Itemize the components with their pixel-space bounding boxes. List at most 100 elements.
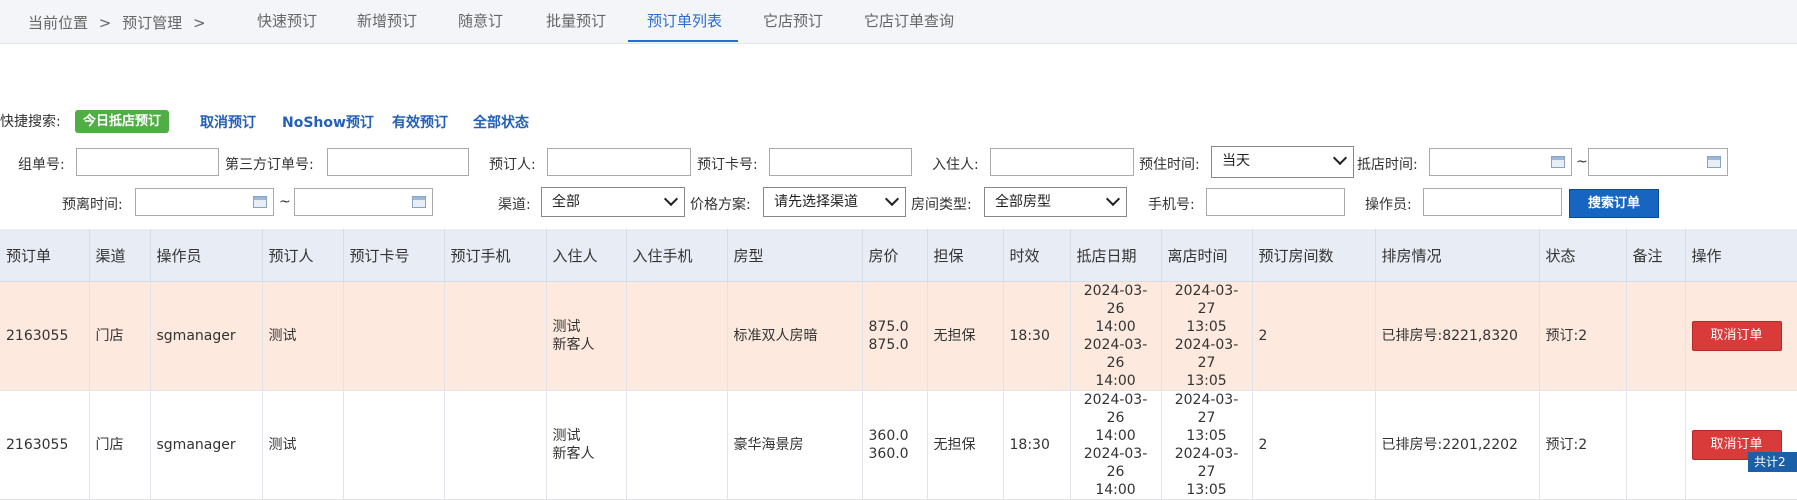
group-no-label: 组单号: xyxy=(18,157,65,173)
guarantee: 无担保 xyxy=(927,281,1004,391)
booking-card-label: 预订卡号: xyxy=(697,157,758,173)
room-type: 豪华海景房 xyxy=(727,390,863,500)
arrival-time-start-input[interactable] xyxy=(1429,148,1572,176)
guest-name: 测试 xyxy=(552,428,581,444)
quick-search-noshow[interactable]: NoShow预订 xyxy=(282,112,374,132)
tab-quick-booking[interactable]: 快速预订 xyxy=(257,10,317,31)
guest-name: 新客人 xyxy=(552,337,595,353)
departure-time-start-input[interactable] xyxy=(135,188,274,216)
range-tilde: ~ xyxy=(279,194,291,210)
date-text: 2024-03-27 xyxy=(1174,337,1239,371)
calendar-icon[interactable] xyxy=(1551,156,1565,168)
col-header: 时效 xyxy=(1003,229,1071,282)
room-type-value: 全部房型 xyxy=(995,194,1051,210)
tab-booking-list[interactable]: 预订单列表 xyxy=(647,10,722,31)
arrival-time-end-input[interactable] xyxy=(1588,148,1728,176)
chevron-down-icon xyxy=(663,191,679,207)
cancel-order-button[interactable]: 取消订单 xyxy=(1691,321,1782,351)
quick-search-label: 快捷搜索: xyxy=(0,114,61,130)
tab-casual-booking[interactable]: 随意订 xyxy=(458,10,503,31)
price-plan-select[interactable]: 请先选择渠道 xyxy=(763,187,906,217)
room-type-select[interactable]: 全部房型 xyxy=(984,187,1127,217)
calendar-icon[interactable] xyxy=(1707,156,1721,168)
group-no-input[interactable] xyxy=(76,148,219,176)
table-row[interactable]: 2163055 门店 sgmanager 测试 测试 新客人 标准双人房暗 87… xyxy=(0,281,1797,391)
actions: 取消订单 xyxy=(1685,390,1797,500)
status: 预订:2 xyxy=(1539,281,1627,391)
price-value: 875.0 xyxy=(868,319,909,335)
breadcrumb-item[interactable]: 预订管理 xyxy=(122,14,182,32)
phone-input[interactable] xyxy=(1206,188,1345,216)
col-header: 备注 xyxy=(1626,229,1686,282)
room-type: 标准双人房暗 xyxy=(727,281,863,391)
departure-time-end-input[interactable] xyxy=(294,188,433,216)
channel: 门店 xyxy=(89,390,151,500)
quick-search-today-arrival[interactable]: 今日抵店预订 xyxy=(75,110,170,133)
search-orders-button[interactable]: 搜索订单 xyxy=(1569,189,1659,218)
calendar-icon[interactable] xyxy=(412,196,426,208)
col-header: 操作 xyxy=(1685,229,1797,282)
tab-new-booking[interactable]: 新增预订 xyxy=(357,10,417,31)
date-text: 2024-03-27 xyxy=(1174,392,1239,426)
time-text: 13:05 xyxy=(1186,319,1227,335)
third-party-order-label: 第三方订单号: xyxy=(225,157,314,173)
range-tilde: ~ xyxy=(1576,154,1588,170)
quick-search-cancelled[interactable]: 取消预订 xyxy=(200,112,256,132)
quick-search-valid[interactable]: 有效预订 xyxy=(392,112,448,132)
time-text: 14:00 xyxy=(1095,482,1136,498)
order-no: 2163055 xyxy=(0,390,90,500)
time-text: 13:05 xyxy=(1186,428,1227,444)
tab-other-store-booking[interactable]: 它店预订 xyxy=(763,10,823,31)
arrival-date: 2024-03-26 14:00 2024-03-26 14:00 xyxy=(1070,390,1162,500)
room-price: 360.0 360.0 xyxy=(862,390,928,500)
guarantee: 无担保 xyxy=(927,390,1004,500)
guest-input[interactable] xyxy=(990,148,1134,176)
checkin-time-label: 预住时间: xyxy=(1139,157,1200,173)
total-count-badge: 共计2 xyxy=(1748,452,1797,472)
col-header: 预订卡号 xyxy=(343,229,445,282)
quick-search-all-status[interactable]: 全部状态 xyxy=(473,112,529,132)
price-plan-label: 价格方案: xyxy=(690,197,751,213)
date-text: 2024-03-26 xyxy=(1083,337,1148,371)
booker-input[interactable] xyxy=(547,148,691,176)
room-assignment: 已排房号:8221,8320 xyxy=(1375,281,1540,391)
col-header: 预订手机 xyxy=(444,229,547,282)
date-text: 2024-03-26 xyxy=(1083,392,1148,426)
tab-other-store-order-query[interactable]: 它店订单查询 xyxy=(864,10,954,31)
operator-label: 操作员: xyxy=(1365,197,1412,213)
remark xyxy=(1626,281,1686,391)
time-text: 13:05 xyxy=(1186,482,1227,498)
departure-time-label: 预离时间: xyxy=(62,197,123,213)
date-text: 2024-03-26 xyxy=(1083,283,1148,317)
col-header: 房价 xyxy=(862,229,928,282)
third-party-order-input[interactable] xyxy=(327,148,469,176)
time-text: 14:00 xyxy=(1095,428,1136,444)
actions: 取消订单 xyxy=(1685,281,1797,391)
booker: 测试 xyxy=(262,390,344,500)
date-text: 2024-03-27 xyxy=(1174,446,1239,480)
price-value: 360.0 xyxy=(868,446,909,462)
order-no: 2163055 xyxy=(0,281,90,391)
guest-phone xyxy=(626,281,728,391)
price-value: 360.0 xyxy=(868,428,909,444)
col-header: 预订单 xyxy=(0,229,90,282)
booking-card-input[interactable] xyxy=(769,148,912,176)
col-header: 入住人 xyxy=(546,229,627,282)
guest: 测试 新客人 xyxy=(546,281,627,391)
breadcrumb-prefix: 当前位置 xyxy=(28,14,89,32)
operator-input[interactable] xyxy=(1423,188,1562,216)
channel-label: 渠道: xyxy=(498,197,531,213)
table-row[interactable]: 2163055 门店 sgmanager 测试 测试 新客人 豪华海景房 360… xyxy=(0,390,1797,500)
calendar-icon[interactable] xyxy=(253,196,267,208)
departure-time: 2024-03-27 13:05 2024-03-27 13:05 xyxy=(1161,281,1253,391)
tab-batch-booking[interactable]: 批量预订 xyxy=(546,10,606,31)
checkin-time-select[interactable]: 当天 xyxy=(1211,146,1354,178)
validity: 18:30 xyxy=(1003,390,1071,500)
channel-select[interactable]: 全部 xyxy=(541,187,685,217)
booking-phone xyxy=(444,281,547,391)
col-header: 入住手机 xyxy=(626,229,728,282)
guest-name: 测试 xyxy=(552,319,581,335)
status: 预订:2 xyxy=(1539,390,1627,500)
breadcrumb-separator: > xyxy=(192,14,206,32)
top-nav: 当前位置 > 预订管理 > 快速预订 新增预订 随意订 批量预订 预订单列表 它… xyxy=(0,0,1797,44)
